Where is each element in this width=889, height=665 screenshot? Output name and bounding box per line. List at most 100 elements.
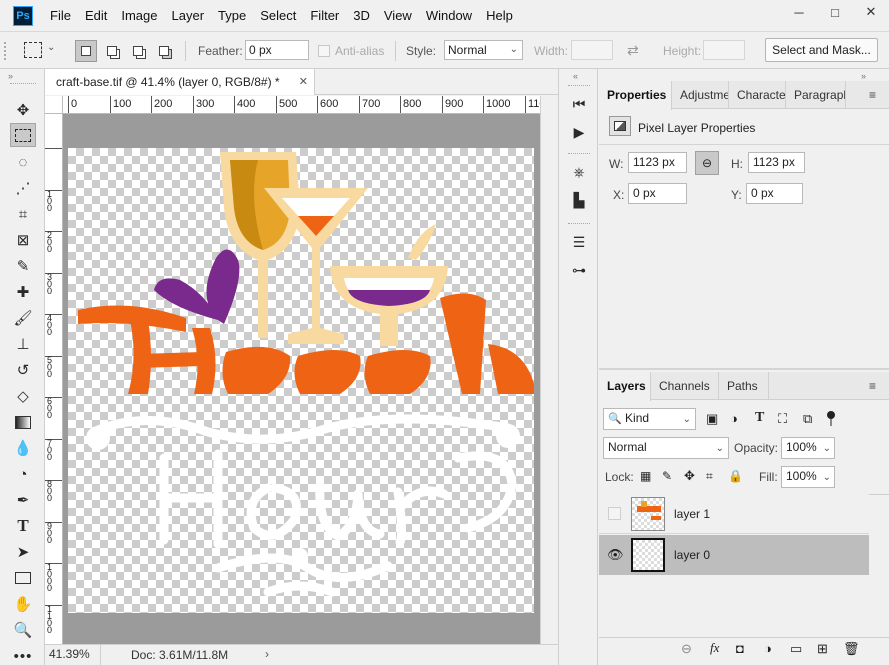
opacity-field[interactable]: 100% ⌄ bbox=[781, 437, 835, 459]
width-field[interactable]: 1123 px bbox=[628, 152, 687, 173]
healing-brush-tool-icon[interactable]: ✚ bbox=[10, 280, 36, 304]
anti-alias-checkbox[interactable] bbox=[318, 45, 330, 57]
ruler-origin[interactable] bbox=[45, 96, 63, 114]
link-layers-icon[interactable]: ⊖ bbox=[681, 641, 692, 657]
eyedropper-tool-icon[interactable]: ✎ bbox=[10, 254, 36, 278]
lock-all-icon[interactable]: 🔒 bbox=[728, 469, 743, 483]
new-group-icon[interactable]: ▭ bbox=[790, 641, 802, 657]
navigator-panel-icon[interactable]: ⎈ bbox=[568, 161, 590, 183]
more-tools-icon[interactable]: ••• bbox=[10, 644, 36, 665]
crop-tool-icon[interactable]: ⌗ bbox=[10, 202, 36, 226]
document-canvas[interactable] bbox=[68, 148, 534, 613]
rect-marquee-tool-icon[interactable] bbox=[10, 123, 36, 147]
menu-3d[interactable]: 3D bbox=[346, 8, 377, 23]
y-field[interactable]: 0 px bbox=[746, 183, 803, 204]
feather-input[interactable]: 0 px bbox=[245, 40, 309, 60]
layer-name[interactable]: layer 1 bbox=[674, 507, 710, 521]
menu-filter[interactable]: Filter bbox=[303, 8, 346, 23]
select-and-mask-button[interactable]: Select and Mask... bbox=[765, 38, 878, 62]
tab-paragraph[interactable]: Paragraph bbox=[786, 81, 846, 109]
zoom-tool-icon[interactable]: 🔍 bbox=[10, 618, 36, 642]
visibility-toggle[interactable] bbox=[608, 507, 621, 520]
layer-name[interactable]: layer 0 bbox=[674, 548, 710, 562]
new-layer-icon[interactable]: ⊞ bbox=[817, 641, 828, 657]
path-selection-tool-icon[interactable]: ➤ bbox=[10, 540, 36, 564]
history-panel-icon[interactable]: ⏮ bbox=[568, 93, 590, 115]
eraser-tool-icon[interactable]: ◇ bbox=[10, 384, 36, 408]
gradient-tool-icon[interactable] bbox=[10, 410, 36, 434]
filter-smart-object-icon[interactable]: ⧉ bbox=[803, 411, 812, 427]
x-field[interactable]: 0 px bbox=[628, 183, 687, 204]
panel-grip[interactable] bbox=[568, 223, 590, 225]
filter-pixel-icon[interactable]: ▣ bbox=[706, 411, 718, 427]
frame-tool-icon[interactable]: ⊠ bbox=[10, 228, 36, 252]
histogram-panel-icon[interactable]: ▙ bbox=[568, 189, 590, 211]
adjustment-layer-icon[interactable]: ◑ bbox=[764, 641, 772, 656]
layer-filter-select[interactable]: 🔍 Kind ⌄ bbox=[603, 408, 696, 430]
collapse-arrows-icon[interactable]: « bbox=[573, 71, 578, 81]
menu-help[interactable]: Help bbox=[479, 8, 520, 23]
eye-icon[interactable]: 👁 bbox=[607, 547, 624, 563]
tab-channels[interactable]: Channels bbox=[651, 372, 719, 400]
height-field[interactable]: 1123 px bbox=[748, 152, 805, 173]
swap-icon[interactable]: ⇄ bbox=[627, 42, 639, 59]
subtract-selection-button[interactable] bbox=[127, 40, 149, 62]
lock-transparency-icon[interactable]: ▦ bbox=[640, 469, 651, 483]
link-icon[interactable]: ⊖ bbox=[695, 151, 719, 175]
filter-shape-icon[interactable]: ⛶ bbox=[778, 411, 787, 427]
history-brush-tool-icon[interactable]: ↺ bbox=[10, 358, 36, 382]
add-selection-button[interactable] bbox=[101, 40, 123, 62]
collapse-arrows-icon[interactable]: » bbox=[8, 71, 13, 81]
zoom-level[interactable]: 41.39% bbox=[45, 645, 101, 665]
intersect-selection-button[interactable] bbox=[153, 40, 175, 62]
quick-select-tool-icon[interactable]: ⋰ bbox=[10, 176, 36, 200]
rectangle-tool-icon[interactable] bbox=[10, 566, 36, 590]
brushes-panel-icon[interactable]: ☰ bbox=[568, 231, 590, 253]
lasso-tool-icon[interactable]: ◌ bbox=[10, 150, 36, 174]
panel-divider[interactable] bbox=[599, 368, 889, 370]
layer-row-selected[interactable]: 👁 layer 0 bbox=[599, 535, 869, 575]
type-tool-icon[interactable]: T bbox=[10, 514, 36, 538]
actions-panel-icon[interactable]: ▶ bbox=[568, 121, 590, 143]
menu-image[interactable]: Image bbox=[114, 8, 164, 23]
dodge-tool-icon[interactable]: ◔ bbox=[10, 462, 36, 486]
new-selection-button[interactable] bbox=[75, 40, 97, 62]
clone-stamp-tool-icon[interactable]: ⊥ bbox=[10, 332, 36, 356]
tab-adjustments[interactable]: Adjustme bbox=[672, 81, 729, 109]
menu-file[interactable]: File bbox=[43, 8, 78, 23]
panel-menu-icon[interactable]: ≡ bbox=[869, 88, 876, 102]
layer-row[interactable]: layer 1 bbox=[599, 494, 869, 534]
ruler-horizontal[interactable]: 0 100 200 300 400 500 600 700 800 900 10… bbox=[63, 96, 540, 114]
document-tab[interactable]: craft-base.tif @ 41.4% (layer 0, RGB/8#)… bbox=[45, 69, 315, 95]
tab-character[interactable]: Character bbox=[729, 81, 786, 109]
blend-mode-select[interactable]: Normal ⌄ bbox=[603, 437, 729, 459]
menu-edit[interactable]: Edit bbox=[78, 8, 114, 23]
fill-field[interactable]: 100% ⌄ bbox=[781, 466, 835, 488]
tab-properties[interactable]: Properties bbox=[599, 81, 672, 110]
tab-paths[interactable]: Paths bbox=[719, 372, 769, 400]
options-grip[interactable] bbox=[4, 42, 10, 60]
menu-select[interactable]: Select bbox=[253, 8, 303, 23]
menu-window[interactable]: Window bbox=[419, 8, 479, 23]
close-tab-icon[interactable]: ✕ bbox=[299, 69, 308, 95]
vertical-scrollbar[interactable] bbox=[540, 96, 557, 644]
add-mask-icon[interactable]: ◘ bbox=[736, 641, 744, 656]
filter-toggle[interactable] bbox=[827, 410, 835, 426]
pen-tool-icon[interactable]: ✒ bbox=[10, 488, 36, 512]
maximize-button[interactable]: □ bbox=[817, 0, 853, 24]
width-input[interactable] bbox=[571, 40, 613, 60]
chevron-down-icon[interactable]: ⌄ bbox=[47, 42, 55, 53]
style-select[interactable]: Normal ⌄ bbox=[444, 40, 523, 60]
fx-icon[interactable]: fx bbox=[710, 640, 719, 656]
ruler-vertical[interactable]: 1 0 0 2 0 0 3 0 0 4 0 0 5 0 0 6 0 0 7 0 … bbox=[45, 114, 63, 644]
panel-grip[interactable] bbox=[568, 153, 590, 155]
filter-adjustment-icon[interactable]: ◑ bbox=[730, 411, 738, 426]
collapse-arrows-icon[interactable]: » bbox=[861, 71, 866, 81]
hand-tool-icon[interactable]: ✋ bbox=[10, 592, 36, 616]
trash-icon[interactable]: 🗑 bbox=[843, 641, 860, 657]
rect-marquee-preset-icon[interactable] bbox=[24, 42, 42, 58]
chevron-right-icon[interactable]: › bbox=[265, 647, 269, 661]
menu-view[interactable]: View bbox=[377, 8, 419, 23]
move-tool-icon[interactable]: ✥ bbox=[10, 98, 36, 122]
panel-menu-icon[interactable]: ≡ bbox=[869, 379, 876, 393]
